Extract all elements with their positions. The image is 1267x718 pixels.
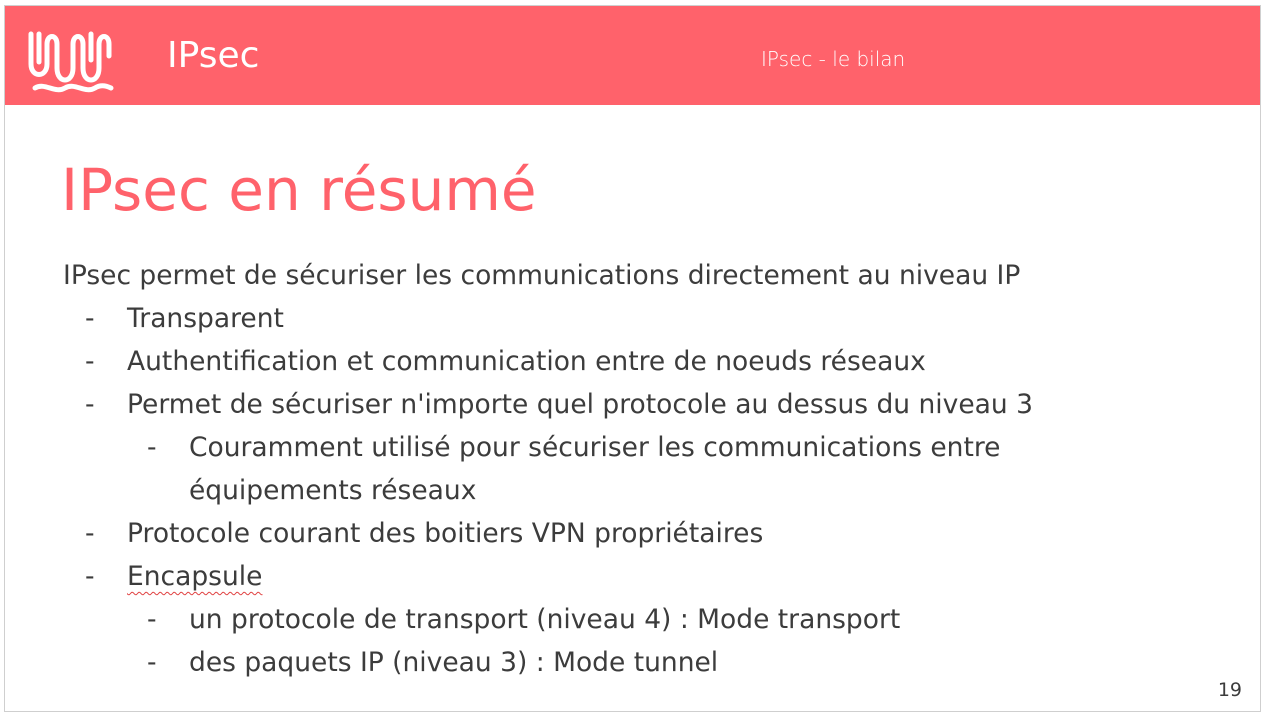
slide-body: IPsec permet de sécuriser les communicat… xyxy=(63,254,1223,684)
page-number: 19 xyxy=(1217,679,1242,701)
header-title: IPsec xyxy=(167,35,260,76)
bullet-text: Transparent xyxy=(127,303,284,334)
bullet-item: - Protocole courant des boitiers VPN pro… xyxy=(63,512,1223,555)
bullet-text: Encapsule xyxy=(127,561,263,592)
bullet-text-line: Couramment utilisé pour sécuriser les co… xyxy=(189,432,1001,463)
bullet-marker: - xyxy=(85,518,95,549)
intro-text: IPsec permet de sécuriser les communicat… xyxy=(63,260,1021,291)
bullet-text: un protocole de transport (niveau 4) : M… xyxy=(189,604,901,635)
bullet-marker: - xyxy=(85,303,95,334)
bullet-item: - Permet de sécuriser n'importe quel pro… xyxy=(63,383,1223,426)
bullet-text: des paquets IP (niveau 3) : Mode tunnel xyxy=(189,647,719,678)
slide: IPsec IPsec - le bilan IPsec en résumé I… xyxy=(4,5,1261,712)
sub-bullet-item: - un protocole de transport (niveau 4) :… xyxy=(63,598,1223,641)
slide-header: IPsec IPsec - le bilan xyxy=(5,6,1260,105)
bullet-text: Permet de sécuriser n'importe quel proto… xyxy=(127,389,1033,420)
bullet-item: - Transparent xyxy=(63,297,1223,340)
sub-bullet-item: - des paquets IP (niveau 3) : Mode tunne… xyxy=(63,641,1223,684)
slide-title: IPsec en résumé xyxy=(61,156,537,224)
header-section-label: IPsec - le bilan xyxy=(761,47,906,71)
wavy-loops-logo-icon xyxy=(28,31,114,93)
bullet-item: - Encapsule xyxy=(63,555,1223,598)
bullet-text-line: équipements réseaux xyxy=(189,475,477,506)
bullet-text: Authentification et communication entre … xyxy=(127,346,926,377)
bullet-marker: - xyxy=(147,604,157,635)
sub-bullet-item: - Couramment utilisé pour sécuriser les … xyxy=(63,426,1223,512)
bullet-marker: - xyxy=(85,346,95,377)
bullet-marker: - xyxy=(147,647,157,678)
bullet-marker: - xyxy=(85,389,95,420)
bullet-marker: - xyxy=(85,561,95,592)
bullet-item: - Authentification et communication entr… xyxy=(63,340,1223,383)
bullet-text: Protocole courant des boitiers VPN propr… xyxy=(127,518,764,549)
bullet-marker: - xyxy=(147,432,157,463)
